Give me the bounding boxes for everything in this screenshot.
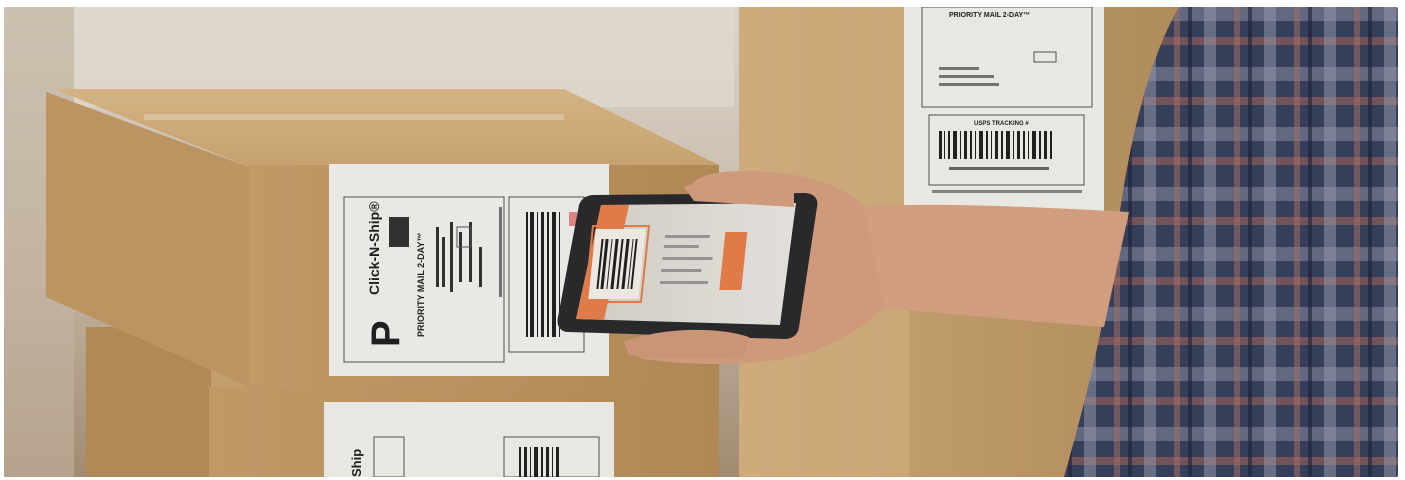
product-photo: PRIORITY MAIL 2-DAY™ USPS TRACKING # Shi… [4, 7, 1398, 477]
